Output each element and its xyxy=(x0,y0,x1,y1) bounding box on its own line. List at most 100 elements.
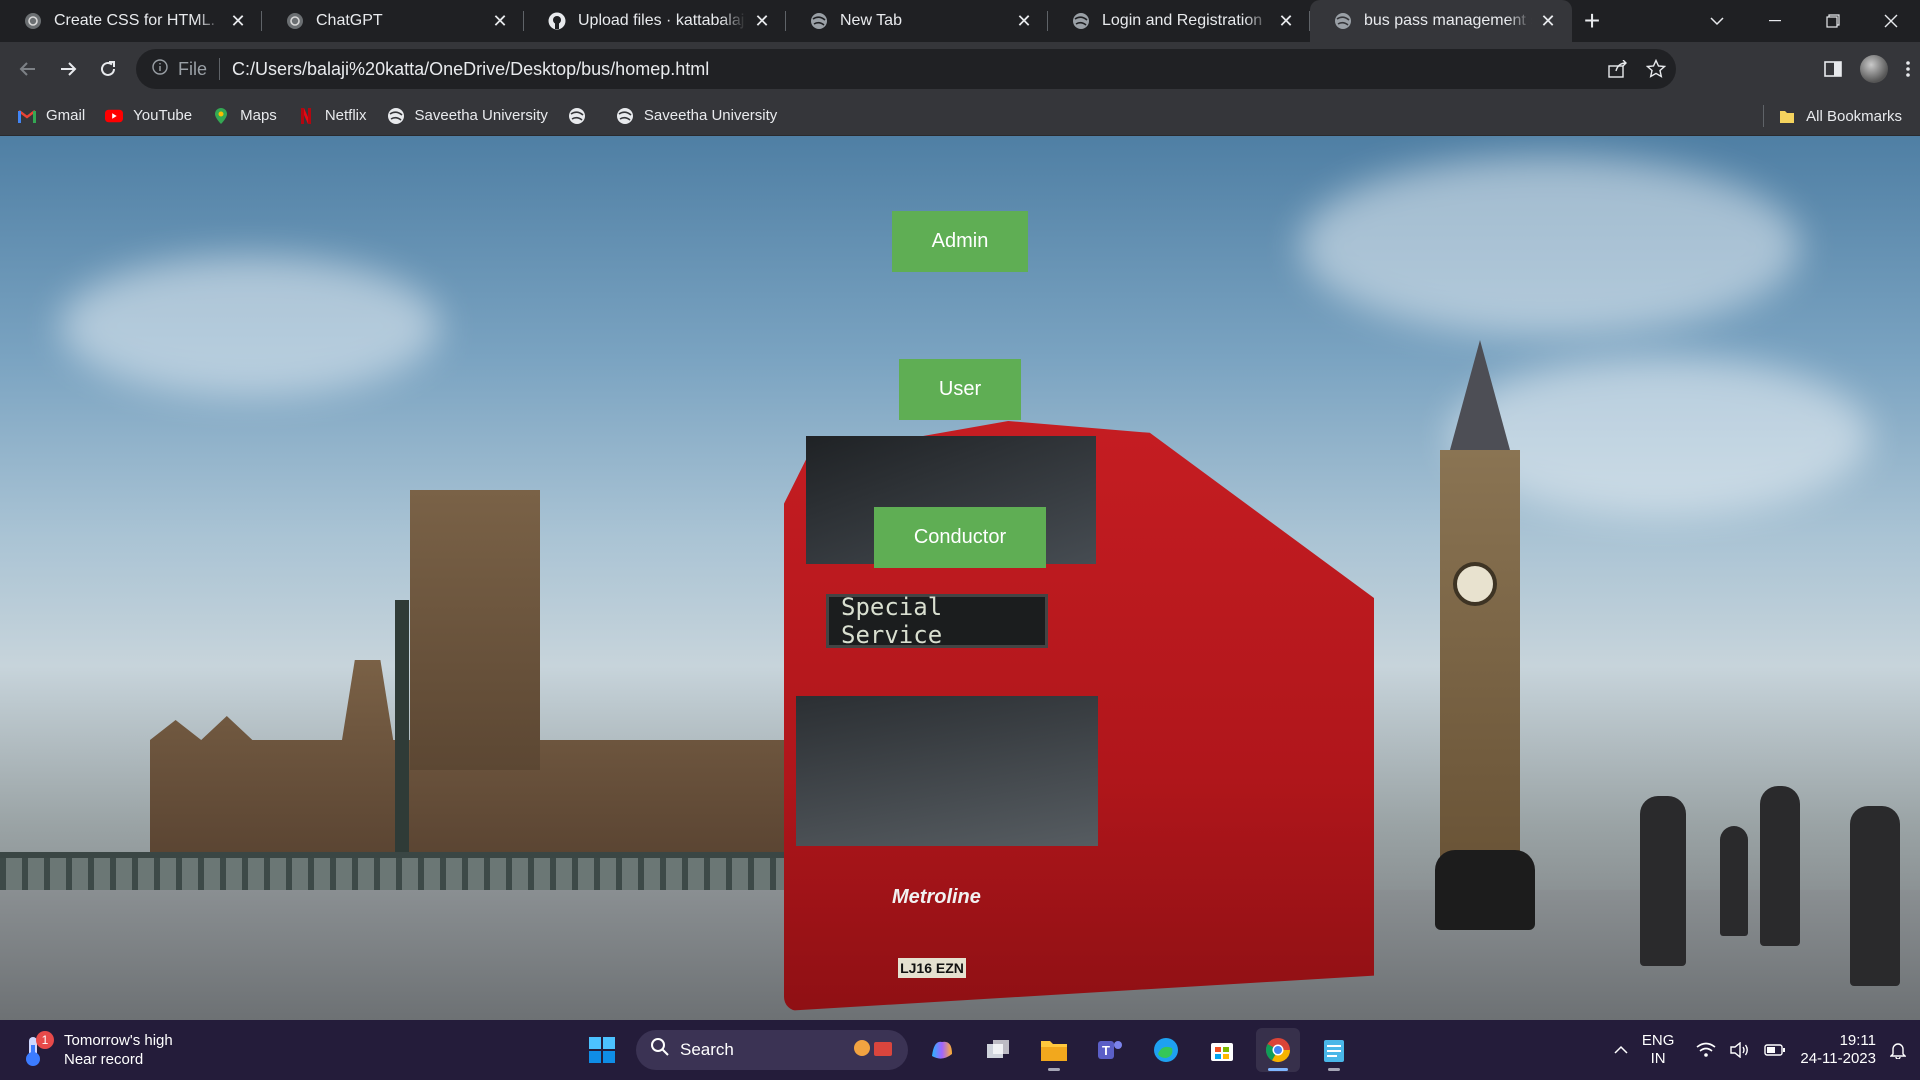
page-viewport: Special Service Metroline LJ16 EZN Admin… xyxy=(0,136,1920,1020)
start-button[interactable] xyxy=(580,1028,624,1072)
url-text[interactable]: C:/Users/balaji%20katta/OneDrive/Desktop… xyxy=(232,59,709,80)
bookmark-label: Saveetha University xyxy=(643,107,778,124)
weather-line-1: Tomorrow's high xyxy=(64,1032,173,1049)
background-cloud xyxy=(60,256,440,396)
globe-icon xyxy=(810,12,828,30)
edge-icon[interactable] xyxy=(1144,1028,1188,1072)
microsoft-store-icon[interactable] xyxy=(1200,1028,1244,1072)
toolbar-actions xyxy=(1824,42,1910,96)
close-icon[interactable]: ✕ xyxy=(1014,11,1034,31)
omnibox-divider xyxy=(219,58,221,80)
bookmark-netflix[interactable]: Netflix xyxy=(297,107,367,125)
user-button[interactable]: User xyxy=(899,359,1021,420)
bookmarks-divider xyxy=(1763,105,1765,127)
bus-license-plate: LJ16 EZN xyxy=(898,958,966,978)
chrome-icon[interactable] xyxy=(1256,1028,1300,1072)
bookmark-maps[interactable]: Maps xyxy=(212,107,277,125)
tab-title: Create CSS for HTML. xyxy=(54,12,215,29)
tab-title: Login and Registration xyxy=(1102,12,1263,29)
share-icon[interactable] xyxy=(1608,60,1628,78)
globe-icon xyxy=(1334,12,1352,30)
new-tab-button[interactable]: + xyxy=(1572,0,1612,42)
copilot-app-icon[interactable] xyxy=(920,1028,964,1072)
chevron-up-icon[interactable] xyxy=(1614,1045,1628,1055)
globe-icon xyxy=(616,107,634,125)
gmail-icon xyxy=(18,107,36,125)
big-ben-tower xyxy=(1440,450,1520,860)
weather-line-2: Near record xyxy=(64,1051,144,1068)
bookmark-saveetha-2[interactable]: Saveetha University xyxy=(616,107,777,125)
pedestrian xyxy=(1720,826,1748,936)
tab-title: ChatGPT xyxy=(316,12,383,29)
tab-search-chevron-icon[interactable] xyxy=(1688,0,1746,42)
taskbar-search[interactable]: Search xyxy=(636,1030,908,1070)
bookmark-unnamed[interactable] xyxy=(568,107,596,125)
search-icon xyxy=(650,1037,670,1063)
info-icon[interactable] xyxy=(152,58,168,80)
close-icon[interactable]: ✕ xyxy=(1538,11,1558,31)
kebab-menu-icon[interactable] xyxy=(1906,60,1910,78)
side-panel-icon[interactable] xyxy=(1824,61,1842,77)
task-view-icon[interactable] xyxy=(976,1028,1020,1072)
all-bookmarks[interactable]: All Bookmarks xyxy=(1763,96,1902,136)
bookmark-label: Maps xyxy=(240,107,277,124)
file-explorer-icon[interactable] xyxy=(1032,1028,1076,1072)
bookmark-label: Saveetha University xyxy=(414,107,548,124)
tab-upload-files[interactable]: Upload files · kattabalaji/CSS ✕ xyxy=(524,0,786,42)
bookmark-youtube[interactable]: YouTube xyxy=(105,107,192,125)
address-bar[interactable]: File C:/Users/balaji%20katta/OneDrive/De… xyxy=(136,49,1676,89)
battery-icon[interactable] xyxy=(1764,1044,1786,1056)
close-icon[interactable]: ✕ xyxy=(1276,11,1296,31)
search-placeholder: Search xyxy=(680,1040,734,1059)
globe-icon xyxy=(387,107,405,125)
volume-icon[interactable] xyxy=(1730,1042,1750,1058)
bookmarks-bar: Gmail YouTube Maps Netflix Saveetha Univ… xyxy=(0,96,1920,136)
bookmark-saveetha-1[interactable]: Saveetha University xyxy=(387,107,548,125)
tab-create-css[interactable]: Create CSS for HTML. ✕ xyxy=(0,0,262,42)
language-line-1: ENG xyxy=(1641,1032,1675,1049)
background-cloud xyxy=(1300,156,1800,336)
taskbar-apps: Search T xyxy=(580,1020,1356,1080)
close-icon[interactable]: ✕ xyxy=(228,11,248,31)
tab-title: New Tab xyxy=(840,12,902,29)
bookmark-label: Gmail xyxy=(46,107,86,124)
close-icon[interactable]: ✕ xyxy=(752,11,772,31)
tab-chatgpt[interactable]: ChatGPT ✕ xyxy=(262,0,524,42)
street-lamp xyxy=(395,600,409,860)
tab-new-tab[interactable]: New Tab ✕ xyxy=(786,0,1048,42)
notification-bell-icon[interactable] xyxy=(1890,1041,1906,1059)
bookmark-star-icon[interactable] xyxy=(1646,59,1666,79)
notepad-icon[interactable] xyxy=(1312,1028,1356,1072)
tab-strip: Create CSS for HTML. ✕ ChatGPT ✕ Upload … xyxy=(0,0,1920,42)
chatgpt-icon xyxy=(24,12,42,30)
youtube-icon xyxy=(105,107,124,125)
reload-icon[interactable] xyxy=(88,49,128,89)
globe-icon xyxy=(568,107,586,125)
tab-login-registration[interactable]: Login and Registration ✕ xyxy=(1048,0,1310,42)
admin-button[interactable]: Admin xyxy=(892,211,1028,272)
black-taxi xyxy=(1435,850,1535,930)
taskbar-clock[interactable]: 19:11 24-11-2023 xyxy=(1800,1032,1876,1068)
windows-taskbar: 1 Tomorrow's high Near record Search T E… xyxy=(0,1020,1920,1080)
minimize-icon[interactable] xyxy=(1746,0,1804,42)
teams-icon[interactable]: T xyxy=(1088,1028,1132,1072)
conductor-button[interactable]: Conductor xyxy=(874,507,1046,568)
close-window-icon[interactable] xyxy=(1862,0,1920,42)
bookmark-gmail[interactable]: Gmail xyxy=(18,107,85,125)
running-indicator xyxy=(1268,1068,1288,1071)
victoria-tower xyxy=(410,490,540,770)
wifi-icon[interactable] xyxy=(1696,1042,1716,1058)
github-icon xyxy=(548,12,566,30)
back-arrow-icon[interactable] xyxy=(8,49,48,89)
profile-avatar[interactable] xyxy=(1860,55,1888,83)
language-indicator[interactable]: ENG IN xyxy=(1642,1032,1675,1068)
restore-icon[interactable] xyxy=(1804,0,1862,42)
window-controls xyxy=(1688,0,1920,42)
close-icon[interactable]: ✕ xyxy=(490,11,510,31)
weather-widget[interactable]: 1 Tomorrow's high Near record xyxy=(22,1026,173,1074)
pedestrian xyxy=(1760,786,1800,946)
forward-arrow-icon[interactable] xyxy=(48,49,88,89)
system-tray: ENG IN 19:11 24-11-2023 xyxy=(1614,1020,1920,1080)
tab-bus-pass[interactable]: bus pass management system ✕ xyxy=(1310,0,1572,42)
netflix-icon xyxy=(297,107,315,125)
